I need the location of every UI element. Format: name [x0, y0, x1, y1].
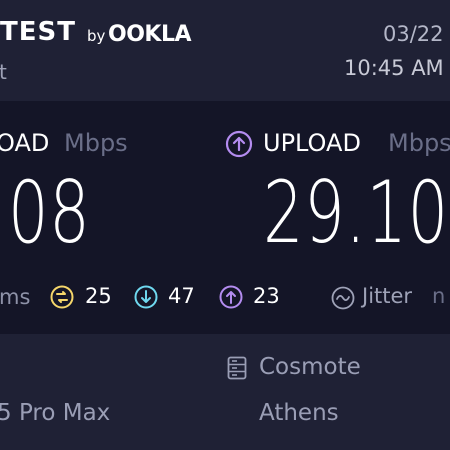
- upload-label: UPLOAD: [263, 129, 361, 157]
- jitter-label: Jitter: [362, 284, 413, 308]
- result-date: 03/22: [383, 22, 444, 46]
- result-subtitle: t: [0, 60, 7, 84]
- device-name: 5 Pro Max: [0, 400, 111, 426]
- jitter-unit: n: [432, 284, 446, 308]
- logo-by-text: by: [87, 27, 106, 45]
- download-speed-value: .08: [0, 163, 91, 263]
- idle-latency-icon: [50, 285, 74, 309]
- server-icon: [227, 356, 247, 380]
- jitter-icon: [331, 286, 355, 310]
- ping-unit: ms: [0, 285, 31, 309]
- upload-arrow-icon: [225, 130, 253, 158]
- speedtest-logo-text: TEST: [0, 17, 76, 47]
- result-time: 10:45 AM: [344, 56, 444, 80]
- download-label: OAD: [0, 129, 50, 157]
- server-city: Athens: [259, 400, 339, 426]
- upload-latency-icon: [219, 285, 243, 309]
- upload-speed-value: 29.10: [263, 163, 449, 263]
- upload-unit: Mbps: [388, 129, 450, 157]
- download-latency-value: 47: [168, 284, 195, 308]
- upload-latency-value: 23: [253, 284, 280, 308]
- idle-latency-value: 25: [85, 284, 112, 308]
- download-unit: Mbps: [64, 129, 128, 157]
- server-name[interactable]: Cosmote: [259, 354, 361, 380]
- download-latency-icon: [134, 285, 158, 309]
- ookla-logo-text: OOKLA: [108, 22, 192, 47]
